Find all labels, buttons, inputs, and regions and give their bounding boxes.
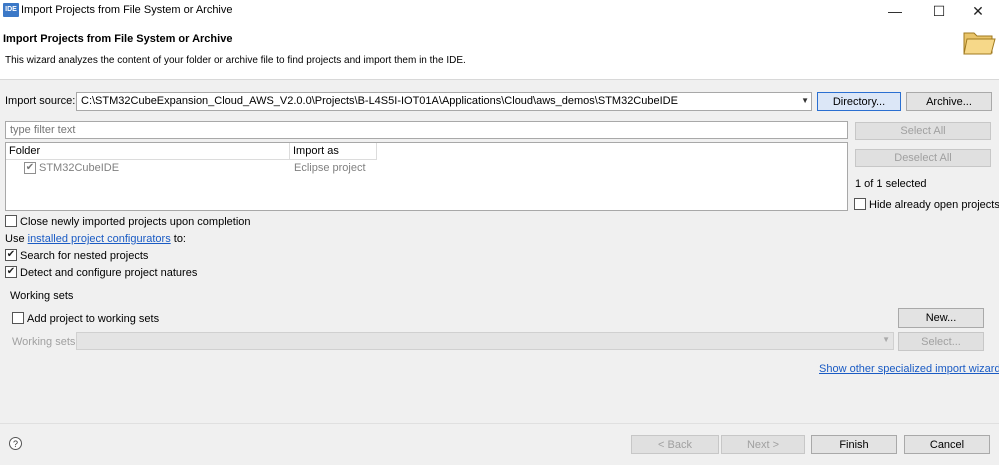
projects-table: Folder Import as STM32CubeIDE Eclipse pr… — [5, 142, 848, 211]
detect-natures-label: Detect and configure project natures — [20, 267, 198, 279]
close-on-completion-checkbox[interactable] — [5, 215, 17, 227]
next-button[interactable]: Next > — [721, 435, 805, 454]
working-sets-combo[interactable]: ▼ — [76, 332, 894, 350]
wizard-header — [0, 22, 999, 80]
installed-project-configurators-link[interactable]: installed project configurators — [28, 233, 171, 245]
maximize-button[interactable]: ☐ — [917, 0, 961, 22]
import-source-value: C:\STM32CubeExpansion_Cloud_AWS_V2.0.0\P… — [81, 95, 678, 107]
finish-button[interactable]: Finish — [811, 435, 897, 454]
row-checkbox[interactable] — [24, 162, 36, 174]
page-description: This wizard analyzes the content of your… — [5, 55, 466, 66]
page-title: Import Projects from File System or Arch… — [3, 33, 233, 45]
use-prefix: Use — [5, 233, 28, 245]
deselect-all-button[interactable]: Deselect All — [855, 149, 991, 167]
close-on-completion-label: Close newly imported projects upon compl… — [20, 216, 251, 228]
add-to-working-sets-checkbox[interactable] — [12, 312, 24, 324]
selected-count: 1 of 1 selected — [855, 178, 927, 190]
open-folder-icon — [963, 32, 996, 55]
search-nested-checkbox[interactable] — [5, 249, 17, 261]
configurators-line: Use installed project configurators to: — [5, 233, 186, 245]
minimize-button[interactable]: — — [873, 0, 917, 22]
directory-button[interactable]: Directory... — [817, 92, 901, 111]
archive-button[interactable]: Archive... — [906, 92, 992, 111]
hide-open-label: Hide already open projects — [869, 199, 999, 211]
cancel-button[interactable]: Cancel — [904, 435, 990, 454]
footer-separator — [0, 423, 999, 424]
search-nested-label: Search for nested projects — [20, 250, 149, 262]
column-header-folder[interactable]: Folder — [6, 143, 290, 160]
working-sets-group-label: Working sets — [10, 290, 74, 302]
chevron-down-icon[interactable]: ▼ — [801, 96, 809, 105]
working-sets-label: Working sets: — [12, 336, 79, 348]
row-import-as: Eclipse project — [294, 162, 366, 174]
close-button[interactable]: ✕ — [956, 0, 999, 22]
ide-app-icon: IDE — [3, 3, 19, 17]
import-source-combo[interactable]: C:\STM32CubeExpansion_Cloud_AWS_V2.0.0\P… — [76, 92, 812, 111]
add-to-working-sets-label: Add project to working sets — [27, 313, 160, 325]
new-working-set-button[interactable]: New... — [898, 308, 984, 328]
chevron-down-icon[interactable]: ▼ — [882, 335, 890, 344]
table-row[interactable]: STM32CubeIDE Eclipse project — [6, 160, 847, 176]
help-icon[interactable]: ? — [9, 437, 22, 450]
row-folder: STM32CubeIDE — [39, 162, 120, 174]
detect-natures-checkbox[interactable] — [5, 266, 17, 278]
show-other-wizards-link[interactable]: Show other specialized import wizards — [819, 363, 999, 375]
select-all-button[interactable]: Select All — [855, 122, 991, 140]
import-source-label: Import source: — [5, 95, 76, 107]
back-button[interactable]: < Back — [631, 435, 719, 454]
select-working-sets-button[interactable]: Select... — [898, 332, 984, 351]
use-suffix: to: — [170, 233, 186, 245]
filter-input[interactable] — [5, 121, 848, 139]
hide-open-checkbox[interactable] — [854, 198, 866, 210]
column-header-import-as[interactable]: Import as — [290, 143, 377, 160]
window-title: Import Projects from File System or Arch… — [21, 4, 233, 16]
